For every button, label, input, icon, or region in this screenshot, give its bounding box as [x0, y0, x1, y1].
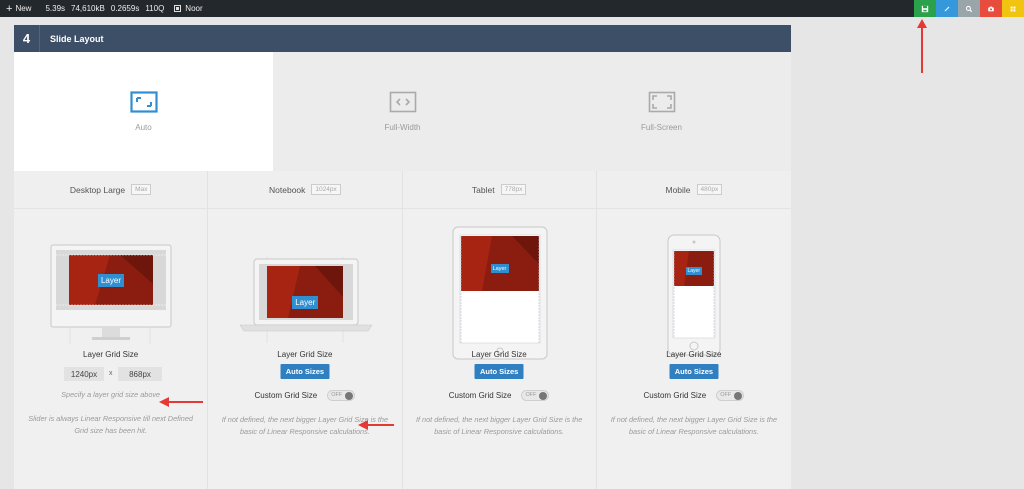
- stat-queries: 110Q: [145, 4, 165, 13]
- full-width-icon: [389, 91, 416, 113]
- stat-time: 5.39s: [45, 4, 66, 13]
- auto-sizes-button[interactable]: Auto Sizes: [669, 364, 719, 379]
- toggle-knob: [345, 392, 354, 400]
- device-notebook-area: Layer Layer Grid Size Auto Sizes Custom …: [208, 209, 402, 489]
- grid-icon: [1010, 6, 1016, 11]
- auto-sizes-button[interactable]: Auto Sizes: [280, 364, 330, 379]
- grid-size-label: Layer Grid Size: [471, 350, 527, 359]
- save-icon: [921, 5, 929, 12]
- device-badge: 1024px: [311, 184, 341, 195]
- device-columns: Desktop Large Max Layer Layer Grid Size …: [14, 171, 791, 489]
- panel-header: 4 Slide Layout: [14, 25, 791, 52]
- responsive-note: If not defined, the next bigger Layer Gr…: [610, 415, 778, 436]
- full-screen-icon: [648, 91, 675, 113]
- layout-full-width-label: Full-Width: [384, 123, 421, 132]
- layer-badge: Layer: [490, 264, 509, 273]
- custom-grid-row: Custom Grid Size OFF: [208, 390, 401, 401]
- toggle-state: OFF: [331, 392, 343, 398]
- layer-badge: Layer: [292, 296, 319, 309]
- device-name: Notebook: [269, 184, 306, 195]
- device-desktop-header: Desktop Large Max: [14, 171, 208, 209]
- grid-size-label: Layer Grid Size: [83, 350, 139, 359]
- device-notebook: Notebook 1024px Layer Layer Grid Size Au…: [208, 171, 403, 489]
- custom-grid-label: Custom Grid Size: [448, 391, 512, 400]
- save-button[interactable]: [914, 0, 936, 17]
- annotation-arrow-grid-size: [159, 397, 203, 407]
- custom-grid-row: Custom Grid Size OFF: [597, 390, 791, 401]
- grid-size-label: Layer Grid Size: [666, 350, 722, 359]
- admin-bar: + New 5.39s 74,610kB 0.2659s 110Q Noor: [0, 0, 1024, 17]
- device-badge: 480px: [696, 184, 723, 195]
- layer-badge: Layer: [98, 274, 124, 287]
- new-menu[interactable]: + New: [6, 2, 32, 15]
- device-name: Tablet: [471, 184, 495, 195]
- search-icon: [965, 5, 973, 12]
- toggle-knob: [539, 392, 548, 400]
- grid-height-input[interactable]: 868px: [118, 367, 162, 381]
- device-badge: Max: [131, 184, 152, 195]
- toggle-state: OFF: [525, 392, 537, 398]
- auto-sizes-button[interactable]: Auto Sizes: [474, 364, 524, 379]
- panel-title: Slide Layout: [50, 33, 104, 44]
- annotation-arrow-save: [917, 19, 927, 73]
- device-desktop: Desktop Large Max Layer Layer Grid Size …: [14, 171, 209, 489]
- layout-auto[interactable]: Auto: [14, 52, 273, 171]
- layout-full-screen[interactable]: Full-Screen: [532, 52, 791, 171]
- camera-icon: [988, 6, 994, 11]
- device-notebook-header: Notebook 1024px: [208, 171, 402, 209]
- user-icon: [174, 5, 182, 12]
- pencil-icon: [944, 6, 950, 11]
- device-tablet-area: Layer Layer Grid Size Auto Sizes Custom …: [402, 209, 596, 489]
- user-menu[interactable]: Noor: [174, 4, 203, 13]
- slide-layout-panel: 4 Slide Layout Auto Full-Width Full-Scre…: [14, 25, 791, 489]
- new-label: New: [15, 4, 32, 13]
- toggle-knob: [734, 392, 743, 400]
- device-name: Mobile: [665, 184, 691, 195]
- auto-layout-icon: [129, 91, 158, 113]
- device-tablet-header: Tablet 778px: [402, 171, 596, 209]
- phone-illustration: [667, 234, 721, 356]
- responsive-note: Slider is always Linear Responsive till …: [28, 414, 193, 435]
- grid-width-input[interactable]: 1240px: [64, 367, 104, 381]
- stat-memory: 74,610kB: [71, 4, 105, 13]
- plus-icon: +: [6, 2, 13, 15]
- layout-options: Auto Full-Width Full-Screen: [14, 52, 791, 171]
- layout-full-width[interactable]: Full-Width: [273, 52, 532, 171]
- device-badge: 778px: [500, 184, 527, 195]
- responsive-note: If not defined, the next bigger Layer Gr…: [415, 415, 583, 436]
- apps-button[interactable]: [1002, 0, 1024, 17]
- tablet-illustration: [452, 226, 547, 360]
- toggle-state: OFF: [720, 392, 732, 398]
- annotation-arrow-custom-grid: [358, 420, 394, 430]
- custom-grid-label: Custom Grid Size: [643, 391, 707, 400]
- edit-button[interactable]: [936, 0, 958, 17]
- user-name: Noor: [185, 4, 203, 13]
- device-mobile: Mobile 480px Layer Layer Grid Size Auto …: [596, 171, 791, 489]
- device-desktop-area: Layer Layer Grid Size 1240px x 868px Spe…: [14, 209, 208, 489]
- custom-grid-toggle[interactable]: OFF: [521, 390, 550, 401]
- device-tablet: Tablet 778px Layer Layer Grid Size Auto …: [402, 171, 597, 489]
- custom-grid-toggle[interactable]: OFF: [327, 390, 356, 401]
- search-button[interactable]: [958, 0, 980, 17]
- custom-grid-row: Custom Grid Size OFF: [403, 390, 596, 401]
- desktop-monitor-illustration: [50, 244, 172, 344]
- camera-button[interactable]: [980, 0, 1002, 17]
- section-number: 4: [14, 25, 40, 52]
- device-mobile-header: Mobile 480px: [596, 171, 791, 209]
- layer-badge: Layer: [685, 267, 702, 275]
- device-name: Desktop Large: [69, 184, 126, 195]
- layout-full-screen-label: Full-Screen: [641, 123, 682, 132]
- stat-query-time: 0.2659s: [110, 4, 140, 13]
- layout-auto-label: Auto: [135, 123, 152, 132]
- custom-grid-label: Custom Grid Size: [254, 391, 318, 400]
- custom-grid-toggle[interactable]: OFF: [716, 390, 745, 401]
- grid-size-label: Layer Grid Size: [277, 350, 333, 359]
- device-mobile-area: Layer Layer Grid Size Auto Sizes Custom …: [596, 209, 791, 489]
- size-separator: x: [109, 370, 113, 377]
